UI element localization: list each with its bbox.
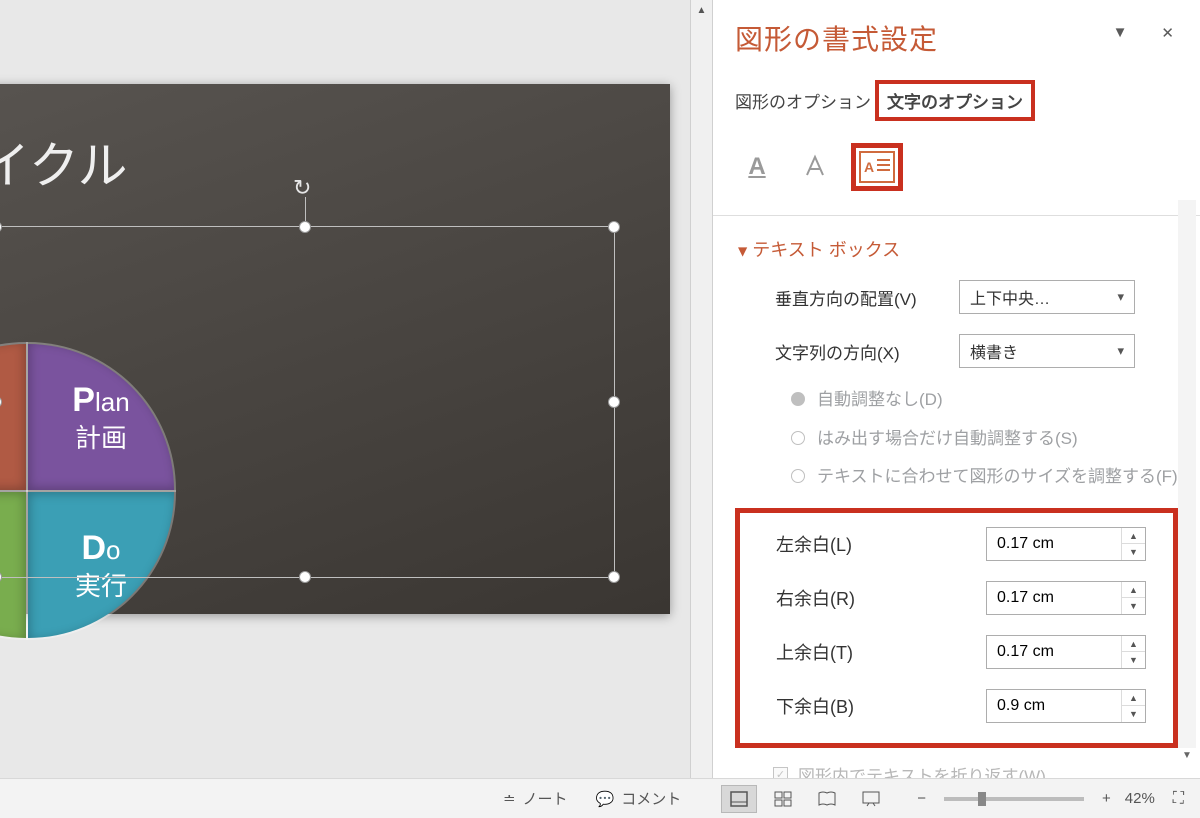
zoom-knob[interactable] [978, 792, 986, 806]
view-sorter-icon[interactable] [765, 785, 801, 813]
handle-bot-right[interactable] [608, 571, 620, 583]
spin-down-icon[interactable]: ▼ [1121, 544, 1145, 560]
fit-to-window-icon[interactable]: ⛶ [1173, 790, 1184, 808]
close-icon[interactable]: ✕ [1161, 24, 1174, 42]
section-textbox[interactable]: ▶テキスト ボックス [739, 236, 1178, 262]
margin-group-highlight: 左余白(L) 0.17 cm▲▼ 右余白(R) 0.17 cm▲▼ 上余白(T)… [735, 508, 1178, 748]
pane-scrollbar[interactable]: ▼ [1178, 200, 1196, 768]
spin-up-icon[interactable]: ▲ [1121, 528, 1145, 545]
comment-icon: 💬 [596, 790, 615, 808]
zoom-slider[interactable] [944, 797, 1084, 801]
margin-right-label: 右余白(R) [776, 585, 986, 611]
handle-top-right[interactable] [608, 221, 620, 233]
margin-right-input[interactable]: 0.17 cm▲▼ [986, 581, 1146, 615]
radio-resize-shape[interactable]: テキストに合わせて図形のサイズを調整する(F) [791, 465, 1178, 490]
textdir-label: 文字列の方向(X) [775, 339, 959, 364]
tab-text-options[interactable]: 文字のオプション [875, 80, 1035, 121]
slide-title: イクル [0, 126, 128, 198]
text-effects-icon[interactable] [793, 145, 837, 189]
margin-left-input[interactable]: 0.17 cm▲▼ [986, 527, 1146, 561]
view-slideshow-icon[interactable] [853, 785, 889, 813]
handle-mid-right[interactable] [608, 396, 620, 408]
notes-icon: ≐ [503, 790, 516, 808]
margin-bottom-input[interactable]: 0.9 cm▲▼ [986, 689, 1146, 723]
valign-dropdown[interactable]: 上下中央… [959, 280, 1135, 314]
zoom-in-icon[interactable]: + [1102, 790, 1111, 807]
view-reading-icon[interactable] [809, 785, 845, 813]
radio-shrink-overflow[interactable]: はみ出す場合だけ自動調整する(S) [791, 427, 1178, 452]
textdir-dropdown[interactable]: 横書き [959, 334, 1135, 368]
notes-button[interactable]: ≐ノート [493, 788, 578, 809]
autofit-radio-group: 自動調整なし(D) はみ出す場合だけ自動調整する(S) テキストに合わせて図形の… [791, 388, 1178, 490]
handle-top-mid[interactable] [299, 221, 311, 233]
view-normal-icon[interactable] [721, 785, 757, 813]
margin-top-input[interactable]: 0.17 cm▲▼ [986, 635, 1146, 669]
margin-bottom-label: 下余白(B) [776, 693, 986, 719]
format-shape-pane: 図形の書式設定 ▼ ✕ 図形のオプション 文字のオプション A A ▶テキスト … [712, 0, 1200, 778]
pane-title: 図形の書式設定 [735, 18, 1178, 58]
handle-mid-left[interactable] [0, 396, 2, 408]
comments-button[interactable]: 💬コメント [586, 788, 692, 809]
scroll-up-icon[interactable]: ▲ [691, 0, 712, 20]
radio-no-autofit[interactable]: 自動調整なし(D) [791, 388, 1178, 413]
margin-left-label: 左余白(L) [776, 531, 986, 557]
slide-canvas[interactable]: イクル Act改善 Plan計画 Check評価 Do実行 ↻ ▲ [0, 0, 712, 778]
selection-box[interactable]: ↻ [0, 226, 615, 578]
rotate-handle-icon[interactable]: ↻ [293, 175, 317, 199]
tab-shape-options[interactable]: 図形のオプション [735, 85, 871, 116]
status-bar: ≐ノート 💬コメント − + 42% ⛶ [0, 778, 1200, 818]
valign-label: 垂直方向の配置(V) [775, 285, 959, 310]
text-fill-icon[interactable]: A [735, 145, 779, 189]
canvas-scrollbar[interactable]: ▲ [690, 0, 712, 778]
pane-menu-icon[interactable]: ▼ [1113, 24, 1128, 42]
zoom-percent[interactable]: 42% [1125, 790, 1155, 807]
zoom-out-icon[interactable]: − [917, 790, 926, 807]
text-box-options-icon[interactable]: A [851, 143, 903, 191]
margin-top-label: 上余白(T) [776, 639, 986, 665]
handle-bot-mid[interactable] [299, 571, 311, 583]
